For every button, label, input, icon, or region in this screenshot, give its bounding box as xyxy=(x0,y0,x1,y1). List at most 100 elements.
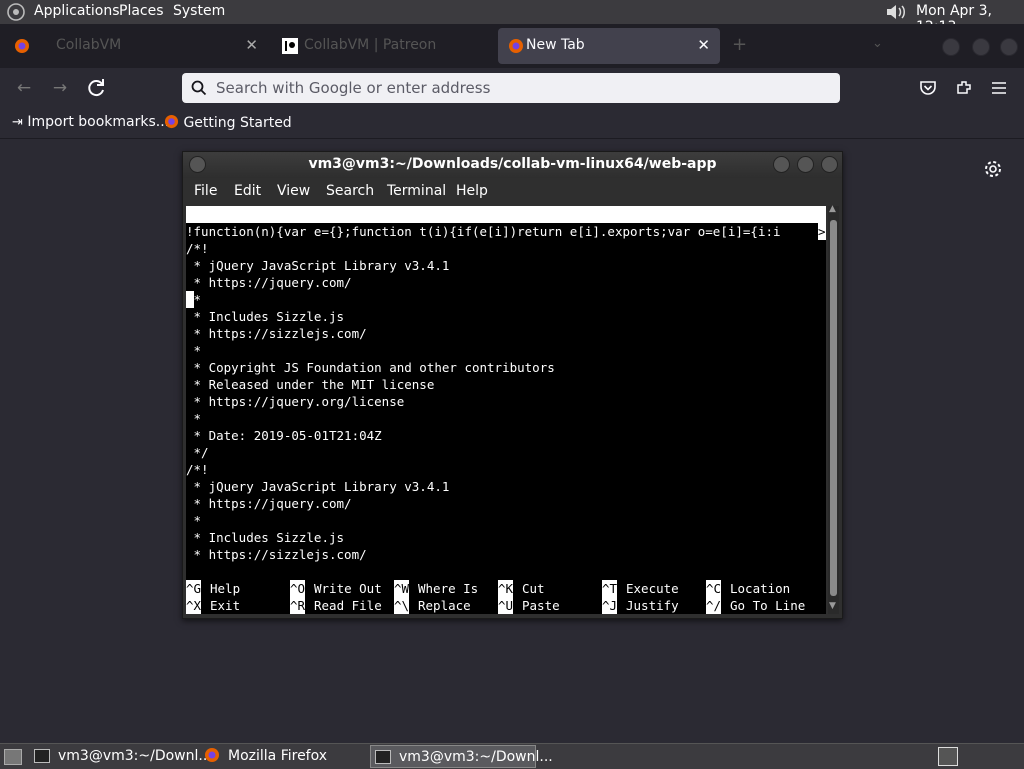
shortcut-key: ^/ xyxy=(706,597,722,614)
text-cursor xyxy=(186,291,194,308)
tab-strip: CollabVM ✕ CollabVM | Patreon New Tab ✕ … xyxy=(0,24,1024,68)
menu-edit[interactable]: Edit xyxy=(234,183,261,199)
address-bar[interactable]: Search with Google or enter address xyxy=(182,73,840,103)
places-menu[interactable]: Places xyxy=(119,3,164,19)
hamburger-menu-icon[interactable] xyxy=(991,81,1007,95)
terminal-window[interactable]: vm3@vm3:~/Downloads/collab-vm-linux64/we… xyxy=(182,151,843,619)
bookmark-import[interactable]: ⇥ Import bookmarks... xyxy=(12,114,169,130)
navigation-bar: ← → Search with Google or enter address xyxy=(0,68,1024,108)
nano-header: GNU nano 7.2 main.js xyxy=(186,206,826,256)
shortcut-label: Read File xyxy=(314,598,382,613)
maximize-button[interactable] xyxy=(972,38,990,56)
search-icon xyxy=(191,80,207,96)
terminal-screen[interactable]: GNU nano 7.2 main.js !function(n){var e=… xyxy=(186,206,826,614)
bottom-taskbar: vm3@vm3:~/Downl... Mozilla Firefox vm3@v… xyxy=(0,743,1024,769)
close-window-button[interactable] xyxy=(1000,38,1018,56)
code-line: /*! xyxy=(186,462,209,477)
shortcut-key: ^J xyxy=(602,597,618,614)
shortcut-label: Where Is xyxy=(418,581,479,596)
menu-file[interactable]: File xyxy=(194,183,217,199)
minimize-button[interactable] xyxy=(773,156,790,173)
code-line: * Copyright JS Foundation and other cont… xyxy=(186,360,555,375)
shortcut-key: ^X xyxy=(186,597,202,614)
maximize-button[interactable] xyxy=(797,156,814,173)
scroll-up-arrow-icon[interactable]: ▲ xyxy=(829,204,836,214)
code-line: * Includes Sizzle.js xyxy=(186,530,345,545)
window-menu-button[interactable] xyxy=(189,156,206,173)
shortcut-key: ^W xyxy=(394,580,410,597)
volume-icon[interactable] xyxy=(885,3,907,21)
menu-terminal[interactable]: Terminal xyxy=(387,183,446,199)
shortcut-key: ^U xyxy=(498,597,514,614)
code-line: * xyxy=(186,343,202,358)
bookmarks-toolbar: ⇥ Import bookmarks... Getting Started xyxy=(0,108,1024,139)
code-line: * https://jquery.com/ xyxy=(186,496,352,511)
address-placeholder: Search with Google or enter address xyxy=(216,79,491,97)
shortcut-label: Go To Line xyxy=(730,598,806,613)
code-line: * https://jquery.com/ xyxy=(186,275,352,290)
code-line: * https://sizzlejs.com/ xyxy=(186,547,367,562)
applications-menu[interactable]: Applications xyxy=(34,3,120,19)
minimize-button[interactable] xyxy=(942,38,960,56)
terminal-icon xyxy=(375,750,391,764)
taskbar-item-firefox[interactable]: Mozilla Firefox xyxy=(204,745,366,768)
terminal-scrollbar[interactable]: ▲ ▼ xyxy=(828,204,839,614)
shortcut-key: ^C xyxy=(706,580,722,597)
system-menu[interactable]: System xyxy=(173,3,225,19)
shortcut-key: ^T xyxy=(602,580,618,597)
shortcut-label: Exit xyxy=(210,598,241,613)
taskbar-item-terminal-2[interactable]: vm3@vm3:~/Downl... xyxy=(370,745,553,768)
shortcut-key: ^O xyxy=(290,580,306,597)
back-arrow-icon[interactable]: ← xyxy=(12,76,36,100)
workspace-switcher[interactable] xyxy=(938,747,958,766)
tab-collabvm-patreon[interactable]: CollabVM | Patreon xyxy=(272,28,494,64)
code-line: * xyxy=(186,513,202,528)
taskbar-item-terminal-1[interactable]: vm3@vm3:~/Downl... xyxy=(34,745,212,768)
menu-search[interactable]: Search xyxy=(326,183,374,199)
gnome-foot-icon[interactable] xyxy=(6,3,26,21)
shortcut-key: ^G xyxy=(186,580,202,597)
chevron-down-icon[interactable]: ⌄ xyxy=(872,36,883,51)
code-line: * xyxy=(186,411,202,426)
tab-new-tab[interactable]: New Tab ✕ xyxy=(498,28,720,64)
code-line: * https://sizzlejs.com/ xyxy=(186,326,367,341)
extensions-icon[interactable] xyxy=(955,79,973,97)
close-icon[interactable]: ✕ xyxy=(245,36,258,54)
code-line: * Released under the MIT license xyxy=(186,377,435,392)
shortcut-label: Justify xyxy=(626,598,679,613)
top-panel: Applications Places System Mon Apr 3, 12… xyxy=(0,0,1024,35)
forward-arrow-icon[interactable]: → xyxy=(48,76,72,100)
close-icon[interactable]: ✕ xyxy=(697,36,710,54)
bookmark-getting-started[interactable]: Getting Started xyxy=(164,114,292,131)
new-tab-plus-icon[interactable]: + xyxy=(732,34,747,55)
shortcut-key: ^\ xyxy=(394,597,410,614)
firefox-icon xyxy=(205,748,219,762)
shortcut-label: Paste xyxy=(522,598,560,613)
firefox-icon xyxy=(15,39,29,53)
reload-icon[interactable] xyxy=(84,76,108,100)
shortcut-label: Write Out xyxy=(314,581,382,596)
shortcut-label: Location xyxy=(730,581,791,596)
code-line: * jQuery JavaScript Library v3.4.1 xyxy=(186,479,450,494)
gear-icon[interactable] xyxy=(984,160,1002,178)
code-line: * https://jquery.org/license xyxy=(186,394,405,409)
terminal-titlebar[interactable]: vm3@vm3:~/Downloads/collab-vm-linux64/we… xyxy=(183,152,842,178)
terminal-title: vm3@vm3:~/Downloads/collab-vm-linux64/we… xyxy=(308,156,717,172)
shortcut-key: ^R xyxy=(290,597,306,614)
menu-view[interactable]: View xyxy=(277,183,310,199)
scroll-down-arrow-icon[interactable]: ▼ xyxy=(829,601,836,611)
scrollbar-thumb[interactable] xyxy=(830,220,837,596)
close-window-button[interactable] xyxy=(821,156,838,173)
tab-collabvm[interactable]: CollabVM ✕ xyxy=(4,28,268,64)
code-line: !function(n){var e={};function t(i){if(e… xyxy=(186,224,781,239)
firefox-icon xyxy=(509,39,523,53)
menu-help[interactable]: Help xyxy=(456,183,488,199)
pocket-icon[interactable] xyxy=(919,80,937,96)
firefox-icon xyxy=(164,114,179,129)
show-desktop-icon[interactable] xyxy=(4,749,22,765)
shortcut-key: ^K xyxy=(498,580,514,597)
shortcut-label: Replace xyxy=(418,598,471,613)
terminal-menubar: File Edit View Search Terminal Help xyxy=(183,178,842,204)
terminal-icon xyxy=(34,749,50,763)
code-line: */ xyxy=(186,445,209,460)
